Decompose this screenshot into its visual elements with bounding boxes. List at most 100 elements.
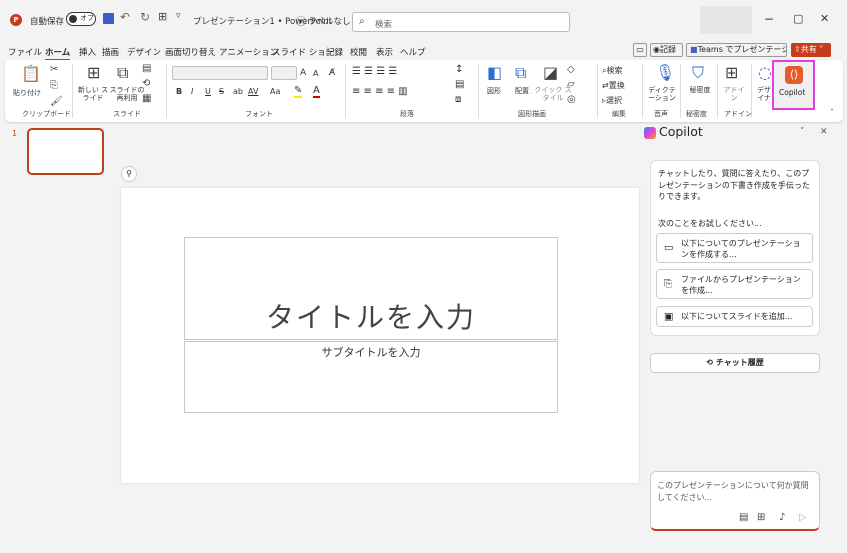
close-icon[interactable]: ✕ [820,12,829,25]
replace-button[interactable]: ⇄置換 [602,80,625,91]
tab-slideshow[interactable]: スライド ショー [272,46,334,58]
shape-outline-icon[interactable]: ▱ [567,79,575,90]
pane-close-icon[interactable]: ✕ [820,127,828,137]
find-button[interactable]: ⌕検索 [602,65,622,76]
copilot-ribbon-button[interactable]: ⟨⟩ Copilot [772,60,815,110]
cut-icon[interactable]: ✂ [50,64,58,75]
new-slide-label[interactable]: 新しい スライド [76,86,110,102]
addins-label[interactable]: アドイン [722,86,746,102]
copilot-chat-input[interactable]: このプレゼンテーションについて何か質問してください... ▤ ⊞ ♪ ▷ [650,471,820,531]
search-box[interactable]: ⌕ 検索 [352,12,570,32]
chat-history-button[interactable]: ⟲ チャット履歴 [650,353,820,373]
copy-icon[interactable]: ⎘ [50,80,58,91]
paste-icon[interactable]: 📋 [21,64,41,83]
dictate-label[interactable]: ディクテーション [646,86,678,102]
layout-icon[interactable]: ▤ [142,63,151,74]
addins-icon[interactable]: ⊞ [725,63,738,82]
change-case-button[interactable]: Aa [270,87,280,96]
collapse-ribbon-icon[interactable]: ˄ [830,108,834,117]
share-button[interactable]: ⇪共有 ˅ [791,43,831,57]
sensitivity-label[interactable]: 秘密度 [688,86,712,94]
suggestion-from-file[interactable]: ⎘ ファイルからプレゼンテーションを作成... [656,269,813,299]
send-icon[interactable]: ▷ [799,512,807,523]
text-direction-icon[interactable]: ↕ [455,64,463,75]
designer-icon[interactable]: ◌ [758,63,772,82]
group-slides: スライド [113,110,141,118]
smartart-icon[interactable]: ⧈ [455,94,461,105]
sensitivity-label-text[interactable]: ラベルなし [308,15,351,27]
presentation-start-icon[interactable]: ⊞ [158,10,167,23]
shapes-icon[interactable]: ◧ [487,63,502,82]
font-shrink-icon[interactable]: A [313,69,318,78]
paste-label[interactable]: 貼り付け [9,88,45,98]
reuse-slide-icon[interactable]: ⧉ [117,63,128,83]
comments-button[interactable]: ▭ [633,43,647,57]
tab-home[interactable]: ホーム [45,46,71,61]
align-icons[interactable]: ≡ ≡ ≡ ≡ ▥ [352,86,408,97]
copilot-pane-title: Copilot [659,124,703,139]
presentation-icon: ▭ [664,242,674,254]
bold-button[interactable]: B [176,87,182,96]
group-paragraph: 段落 [400,110,414,118]
quick-styles-icon[interactable]: ◪ [543,63,558,82]
designer-label[interactable]: デザイナー [756,86,772,104]
arrange-icon[interactable]: ⧉ [515,63,526,83]
tab-draw[interactable]: 描画 [102,46,119,58]
redo-icon[interactable]: ↻ [140,10,150,24]
suggestion-create-presentation[interactable]: ▭ 以下についてのプレゼンテーションを作成する... [656,233,813,263]
suggestion-add-slide[interactable]: ▣ 以下についてスライドを追加... [656,306,813,327]
tab-design[interactable]: デザイン [127,46,161,58]
tab-record[interactable]: 記録 [326,46,343,58]
tab-transitions[interactable]: 画面切り替え [165,46,216,58]
font-family-select[interactable] [172,66,268,80]
reuse-slide-label[interactable]: スライドの 再利用 [109,86,145,102]
design-ideas-icon[interactable]: ⚲ [121,166,137,182]
tab-view[interactable]: 表示 [376,46,393,58]
font-size-select[interactable] [271,66,297,80]
align-text-icon[interactable]: ▤ [455,79,464,90]
char-spacing-button[interactable]: AV [248,87,258,96]
prompt-guide-icon[interactable]: ▤ [739,512,748,523]
autosave-toggle[interactable]: オフ [66,12,96,26]
sensitivity-icon[interactable]: ⛉ [692,63,704,83]
shapes-label[interactable]: 図形 [487,86,501,96]
shadow-icon[interactable]: ab [233,87,243,96]
subtitle-placeholder[interactable]: サブタイトルを入力 [184,341,558,413]
record-button[interactable]: ◉記録 [650,43,683,57]
undo-icon[interactable]: ↶ [120,10,130,24]
tab-review[interactable]: 校閲 [350,46,367,58]
italic-button[interactable]: I [191,87,193,96]
minimize-icon[interactable]: − [764,12,774,26]
slide-thumbnail-1[interactable] [27,128,104,175]
reset-icon[interactable]: ⟲ [142,78,150,89]
font-grow-icon[interactable]: A [300,68,306,78]
maximize-icon[interactable]: ▢ [793,12,803,25]
underline-button[interactable]: U [205,87,211,96]
arrange-label[interactable]: 配置 [515,86,529,96]
new-slide-icon[interactable]: ⊞ [87,63,100,82]
microphone-icon[interactable]: 🎙 [655,63,675,82]
select-button[interactable]: ▹選択 [602,95,622,106]
format-painter-icon[interactable]: 🖌 [50,96,63,107]
profile-area[interactable] [700,6,752,34]
title-placeholder[interactable]: タイトルを入力 [184,237,558,340]
shape-fill-icon[interactable]: ◇ [567,64,575,75]
bullets-icon[interactable]: ☰ ☰ ☰ ☰ [352,66,397,77]
shape-effects-icon[interactable]: ◎ [567,94,576,105]
teams-present-button[interactable]: ■Teams でプレゼンテーション [686,43,787,57]
section-icon[interactable]: ▦ [142,93,151,104]
strikethrough-button[interactable]: S [219,87,224,96]
attach-icon[interactable]: ⊞ [757,512,765,523]
pane-options-icon[interactable]: ˅ [800,127,805,137]
tab-insert[interactable]: 挿入 [79,46,96,58]
font-color-icon[interactable]: A [313,85,320,98]
save-icon[interactable] [103,13,114,24]
microphone-input-icon[interactable]: ♪ [779,512,785,523]
search-placeholder: 検索 [375,20,393,30]
tab-animations[interactable]: アニメーション [219,46,278,58]
tab-help[interactable]: ヘルプ [400,46,426,58]
clear-format-icon[interactable]: A̸ [329,68,335,78]
highlight-icon[interactable]: ✎ [294,85,303,98]
customize-qat-icon[interactable]: ▿ [176,11,181,21]
tab-file[interactable]: ファイル [8,46,42,58]
